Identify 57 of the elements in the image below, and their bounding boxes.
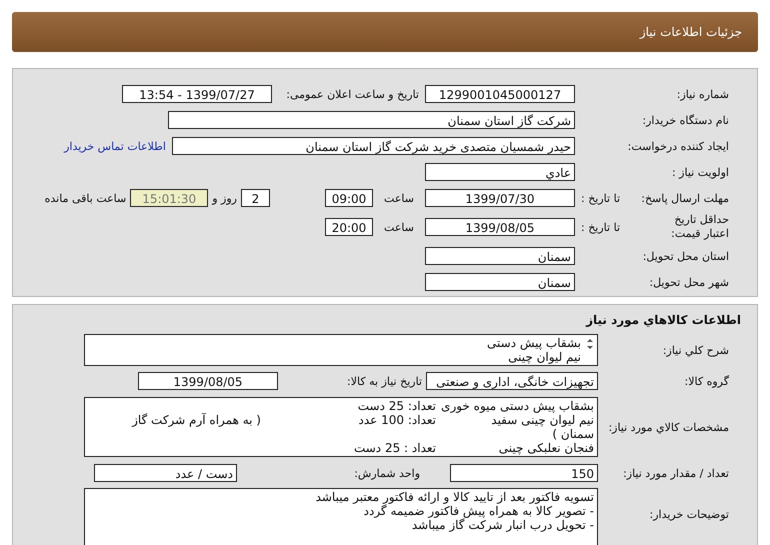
field-label: اولویت نیاز : [670, 166, 730, 178]
field-label: توضیحات خریدار: [648, 507, 730, 521]
field-label: تعداد / مقدار مورد نیاز: [622, 466, 730, 480]
need-date-field: 1399/08/05 [138, 372, 278, 390]
announce-date-field: 1399/07/27 - 13:54 [122, 85, 272, 103]
text-line: تعداد: 100 عدد [358, 413, 436, 427]
text-line: تعداد : 25 دست [352, 441, 436, 455]
validity-time-field: 20:00 [325, 218, 373, 236]
field-label: مهلت ارسال پاسخ: [641, 192, 729, 204]
requester-field: حیدر شمسیان متصدی خرید شرکت گاز استان سمنان [172, 137, 575, 155]
text-line: تعداد: 25 دست [356, 399, 436, 413]
field-label: استان محل تحویل: [642, 250, 730, 262]
field-label: تا تاریخ : [581, 220, 620, 234]
resize-arrows-icon [586, 338, 594, 350]
time-label: ساعت [383, 192, 415, 204]
quantity-field: 150 [450, 464, 598, 482]
deadline-date-field: 1399/07/30 [425, 189, 575, 207]
text-line: فنجان نعلبکی چینی [498, 441, 594, 455]
goods-group-field: تجهیزات خانگی، اداری و صنعتی [426, 372, 598, 390]
field-label: تا تاریخ : [581, 192, 620, 204]
text-line: ( به همراه آرم شرکت گاز [132, 413, 261, 427]
buyer-contact-link[interactable]: اطلاعات تماس خریدار [64, 140, 166, 152]
field-label: مشخصات کالاي مورد نیاز: [607, 420, 730, 434]
days-label: روز و [212, 192, 237, 204]
field-label: نام دستگاه خریدار: [641, 114, 730, 126]
field-label: شهر محل تحویل: [648, 276, 730, 288]
remaining-label: ساعت باقی مانده [44, 192, 126, 204]
text-line: نیم لیوان چینی سفید [490, 413, 594, 427]
text-line: سمنان ) [551, 427, 594, 441]
buyer-name-field: شرکت گاز استان سمنان [168, 111, 575, 129]
city-field: سمنان [425, 273, 575, 291]
need-number-field: 1299001045000127 [425, 85, 575, 103]
deadline-time-field: 09:00 [325, 189, 373, 207]
field-label: تاریخ نیاز به کالا: [346, 374, 423, 388]
text-line: تسویه فاکتور بعد از تایید کالا و ارائه فاکتور معتبر میباشد [314, 490, 594, 504]
remaining-time-field: 15:01:30 [130, 189, 208, 207]
validity-date-field: 1399/08/05 [425, 218, 575, 236]
page-title: جزئیات اطلاعات نیاز [640, 25, 742, 39]
text-line: بشقاب پیش دستی میوه خوری [440, 399, 594, 413]
time-label: ساعت [383, 220, 415, 234]
summary-textarea[interactable]: بشقاب پیش دستی نیم لیوان چینی [84, 334, 598, 366]
text-line: - تصویر کالا به همراه پیش فاکتور ضمیمه گردد [362, 504, 594, 518]
field-label: گروه کالا: [684, 374, 730, 388]
province-field: سمنان [425, 247, 575, 265]
text-line: نیم لیوان چینی [507, 350, 581, 364]
days-left-field: 2 [241, 189, 270, 207]
unit-field: دست / عدد [94, 464, 237, 482]
text-line: - تحویل درب انبار شرکت گاز میباشد [410, 518, 594, 532]
field-label: تاریخ و ساعت اعلان عمومی: [285, 88, 419, 100]
field-label: واحد شمارش: [353, 466, 421, 480]
field-label: ایجاد کننده درخواست: [626, 140, 730, 152]
text-line: بشقاب پیش دستی [486, 336, 581, 350]
priority-field: عادي [425, 163, 575, 181]
section-title: اطلاعات کالاهاي مورد نیاز [584, 312, 742, 329]
field-label: حداقل تاریخ اعتبار قیمت: [670, 213, 729, 241]
field-label: شرح کلي نیاز: [662, 344, 730, 356]
field-label: شماره نیاز: [676, 88, 730, 100]
